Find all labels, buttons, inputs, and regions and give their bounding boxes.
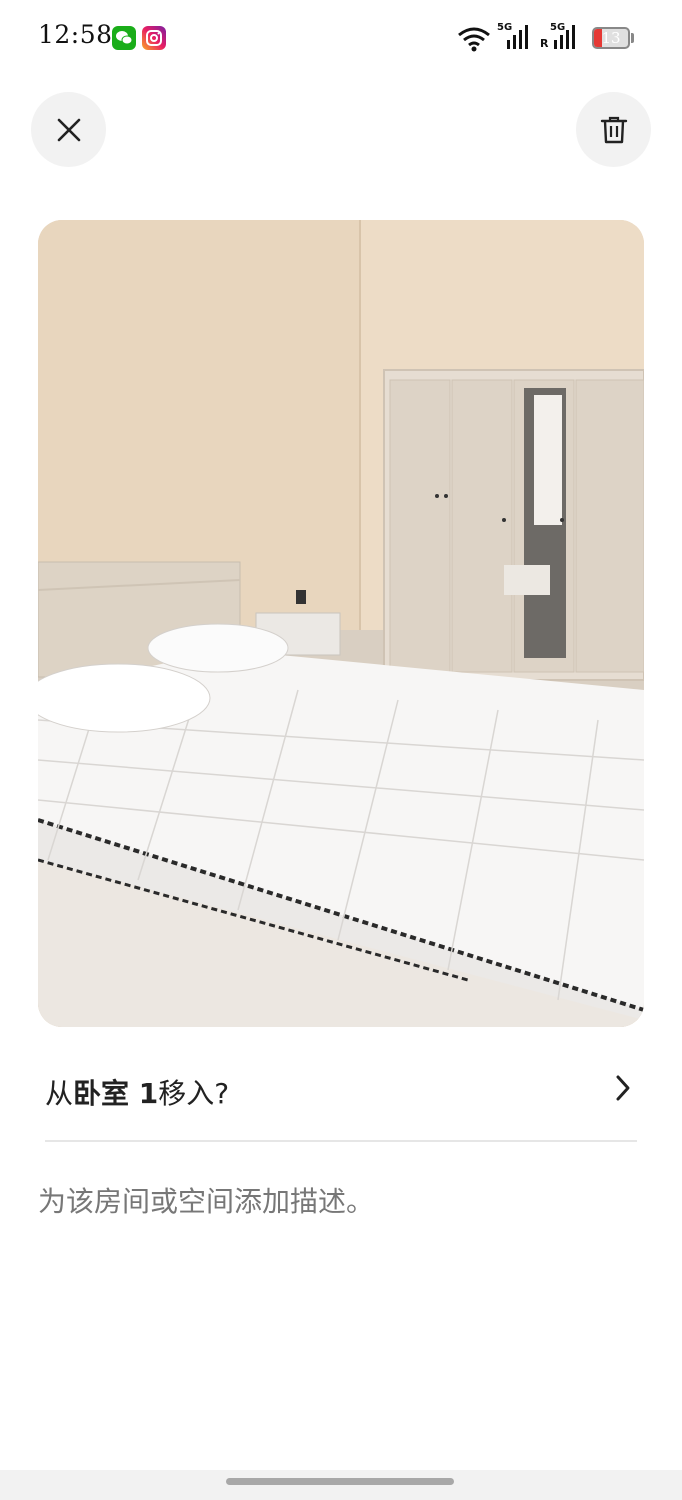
room-photo[interactable] (38, 220, 644, 1027)
wechat-icon (112, 26, 136, 50)
delete-button[interactable] (576, 92, 651, 167)
home-indicator[interactable] (226, 1478, 454, 1485)
move-prefix: 从 (45, 1077, 74, 1110)
trash-icon (600, 116, 627, 143)
battery-level: 13 (601, 29, 621, 47)
wifi-icon (458, 27, 490, 52)
move-from-text: 从卧室 1移入? (45, 1072, 229, 1112)
status-time: 12:58 (38, 20, 113, 49)
instagram-icon (142, 26, 166, 50)
status-bar: 12:58 5G 5G R 13 (0, 0, 682, 78)
signal-5g-icon: 5G (497, 22, 531, 52)
description-input[interactable]: 为该房间或空间添加描述。 (38, 1180, 638, 1220)
close-button[interactable] (31, 92, 106, 167)
move-suffix: 移入? (158, 1077, 230, 1110)
move-from-room-row[interactable]: 从卧室 1移入? (45, 1058, 637, 1142)
bottom-nav-bar (0, 1470, 682, 1500)
battery-icon: 13 (592, 27, 630, 49)
close-icon (57, 118, 80, 141)
signal-5g-roaming-icon: 5G R (540, 22, 580, 52)
room-name: 卧室 1 (73, 1077, 159, 1110)
battery-tip (631, 33, 634, 43)
chevron-right-icon (616, 1075, 630, 1101)
